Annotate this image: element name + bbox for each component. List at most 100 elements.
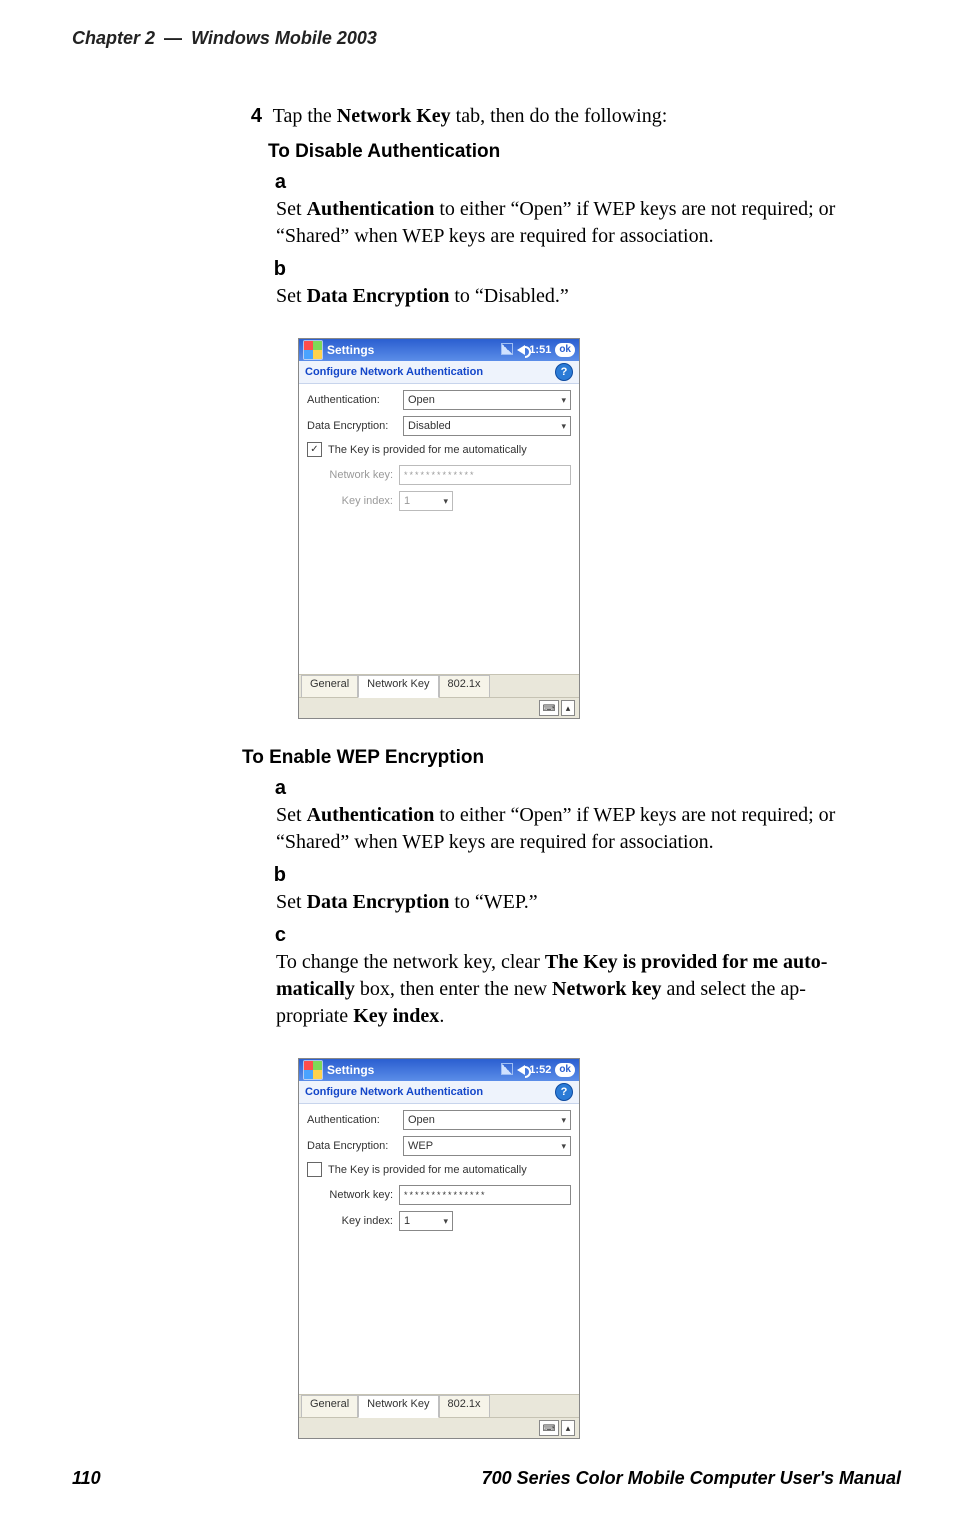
page-subtitle: Configure Network Authentication — [305, 1086, 483, 1098]
manual-title: 700 Series Color Mobile Computer User's … — [482, 1468, 901, 1489]
label-data-encryption: Data Encryption: — [307, 420, 403, 432]
keyboard-icon[interactable]: ⌨ — [539, 1420, 559, 1436]
label-authentication: Authentication: — [307, 394, 403, 406]
chevron-down-icon: ▾ — [443, 496, 448, 507]
data-encryption-combo[interactable]: WEP ▾ — [403, 1136, 571, 1156]
header-chapter: Chapter 2 — [72, 28, 155, 48]
start-menu-icon[interactable] — [303, 340, 323, 360]
disable-step-a: a Set Authentication to either “Open” if… — [268, 169, 912, 250]
page-subtitle-bar: Configure Network Authentication ? — [299, 361, 579, 384]
page-subtitle-bar: Configure Network Authentication ? — [299, 1081, 579, 1104]
step-4: 4 Tap the Network Key tab, then do the f… — [242, 103, 912, 129]
text: To change the network key, clear — [276, 951, 545, 973]
help-icon[interactable]: ? — [555, 1083, 573, 1101]
bold-autokey-2: matically — [276, 978, 355, 1000]
chevron-down-icon: ▾ — [561, 1115, 566, 1126]
text: box, then enter the new — [355, 978, 552, 1000]
step-letter: c — [268, 922, 286, 949]
data-encryption-combo[interactable]: Disabled ▾ — [403, 416, 571, 436]
volume-icon[interactable] — [517, 1065, 525, 1075]
label-network-key: Network key: — [307, 1189, 399, 1201]
device-titlebar: Settings 1:52 ok — [299, 1059, 579, 1081]
help-icon[interactable]: ? — [555, 363, 573, 381]
key-index-combo[interactable]: 1 ▾ — [399, 1211, 453, 1231]
label-key-index: Key index: — [307, 1215, 399, 1227]
enable-step-c: c To change the network key, clear The K… — [268, 922, 912, 1030]
chevron-down-icon: ▾ — [561, 395, 566, 406]
key-index-value: 1 — [404, 495, 410, 507]
data-encryption-value: Disabled — [408, 420, 451, 432]
step-letter: a — [268, 169, 286, 196]
label-authentication: Authentication: — [307, 1114, 403, 1126]
clock: 1:51 — [529, 344, 551, 356]
step-letter: a — [268, 775, 286, 802]
start-menu-icon[interactable] — [303, 1060, 323, 1080]
authentication-combo[interactable]: Open ▾ — [403, 390, 571, 410]
screenshot-disable-auth: Settings 1:51 ok Configure Network Authe… — [298, 338, 912, 719]
header-title: Windows Mobile 2003 — [191, 28, 377, 48]
auto-key-checkbox[interactable]: ✓ — [307, 442, 322, 457]
text: to “WEP.” — [449, 891, 537, 913]
text: to “Disabled.” — [449, 285, 568, 307]
network-key-input: ************* — [399, 465, 571, 485]
text: propriate — [276, 1005, 353, 1027]
bold-authentication: Authentication — [307, 804, 435, 826]
text: Set — [276, 891, 307, 913]
sip-up-icon[interactable]: ▴ — [561, 700, 575, 716]
step-4-text-1: Tap the — [273, 105, 337, 127]
enable-step-a: a Set Authentication to either “Open” if… — [268, 775, 912, 856]
tab-network-key[interactable]: Network Key — [358, 675, 438, 698]
tab-general[interactable]: General — [301, 1395, 358, 1417]
disable-step-b: b Set Data Encryption to “Disabled.” — [268, 256, 912, 310]
header-dash: — — [160, 28, 186, 48]
ok-button[interactable]: ok — [555, 343, 575, 357]
bold-data-encryption: Data Encryption — [307, 891, 450, 913]
tab-bar: General Network Key 802.1x — [299, 1394, 579, 1417]
sip-up-icon[interactable]: ▴ — [561, 1420, 575, 1436]
page-footer: 110 700 Series Color Mobile Computer Use… — [72, 1468, 901, 1489]
network-key-input[interactable]: *************** — [399, 1185, 571, 1205]
volume-icon[interactable] — [517, 345, 525, 355]
auto-key-label: The Key is provided for me automatically — [328, 1164, 527, 1176]
bold-authentication: Authentication — [307, 198, 435, 220]
authentication-value: Open — [408, 394, 435, 406]
tab-8021x[interactable]: 802.1x — [439, 675, 490, 697]
auto-key-label: The Key is provided for me automatically — [328, 444, 527, 456]
keyboard-icon[interactable]: ⌨ — [539, 700, 559, 716]
connectivity-icon[interactable] — [501, 1063, 513, 1078]
bold-key-index: Key index — [353, 1005, 439, 1027]
label-key-index: Key index: — [307, 495, 399, 507]
sip-bar: ⌨ ▴ — [299, 1417, 579, 1438]
bold-network-key: Network key — [552, 978, 661, 1000]
ok-button[interactable]: ok — [555, 1063, 575, 1077]
authentication-combo[interactable]: Open ▾ — [403, 1110, 571, 1130]
text: and select the ap- — [661, 978, 805, 1000]
checkmark-icon: ✓ — [310, 445, 318, 455]
titlebar-title: Settings — [327, 343, 501, 357]
tab-bar: General Network Key 802.1x — [299, 674, 579, 697]
label-network-key: Network key: — [307, 469, 399, 481]
clock: 1:52 — [529, 1064, 551, 1076]
bold-autokey-1: The Key is provided for me auto- — [545, 951, 828, 973]
tab-8021x[interactable]: 802.1x — [439, 1395, 490, 1417]
tab-network-key[interactable]: Network Key — [358, 1395, 438, 1418]
connectivity-icon[interactable] — [501, 343, 513, 358]
text: Set — [276, 285, 307, 307]
tab-general[interactable]: General — [301, 675, 358, 697]
subhead-disable-auth: To Disable Authentication — [268, 141, 912, 163]
device-titlebar: Settings 1:51 ok — [299, 339, 579, 361]
auto-key-checkbox[interactable] — [307, 1162, 322, 1177]
step-4-text-2: tab, then do the following: — [451, 105, 668, 127]
text: Set — [276, 804, 307, 826]
authentication-value: Open — [408, 1114, 435, 1126]
step-4-bold: Network Key — [337, 105, 451, 127]
network-key-value: ************* — [404, 470, 476, 480]
data-encryption-value: WEP — [408, 1140, 433, 1152]
bold-data-encryption: Data Encryption — [307, 285, 450, 307]
step-letter: b — [268, 862, 286, 889]
chevron-down-icon: ▾ — [443, 1216, 448, 1227]
enable-step-b: b Set Data Encryption to “WEP.” — [268, 862, 912, 916]
label-data-encryption: Data Encryption: — [307, 1140, 403, 1152]
text: Set — [276, 198, 307, 220]
subhead-enable-wep: To Enable WEP Encryption — [242, 747, 912, 769]
